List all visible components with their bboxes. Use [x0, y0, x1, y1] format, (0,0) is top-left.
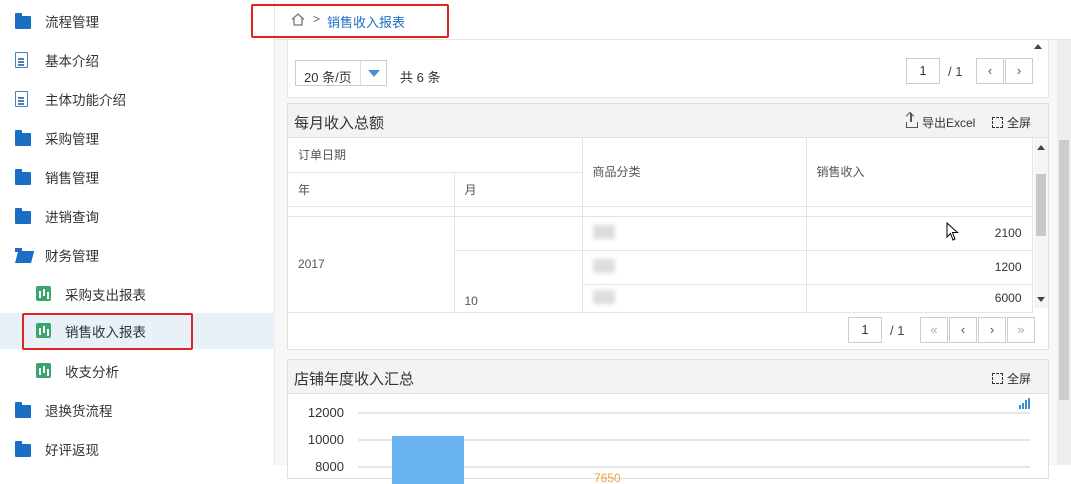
sidebar-item-inventory-query[interactable]: 进销查询 [0, 198, 275, 234]
document-icon [15, 91, 31, 107]
blurred-text [592, 258, 615, 273]
cell-category [581, 249, 807, 285]
sidebar-item-label: 主体功能介绍 [45, 93, 126, 108]
sidebar-item-good-review-cashback[interactable]: 好评返现 [0, 431, 275, 467]
page-number-input[interactable]: 1 [848, 317, 882, 343]
page-size-value: 20 条/页 [304, 70, 352, 85]
y-tick-label: 12000 [308, 405, 344, 420]
last-page-button[interactable]: » [1007, 317, 1035, 343]
highlight-box-breadcrumb [251, 4, 449, 38]
next-page-button[interactable]: › [978, 317, 1006, 343]
monthly-revenue-panel: 每月收入总额 导出Excel 全屏 订单日期 商品分类 销售收入 年 月 201… [287, 103, 1049, 350]
cell-year: 2017 [288, 215, 455, 313]
sidebar-item-label: 采购支出报表 [65, 288, 146, 303]
first-page-button[interactable]: « [920, 317, 948, 343]
sidebar-item-label: 好评返现 [45, 443, 99, 458]
scroll-thumb[interactable] [1036, 174, 1046, 236]
mouse-cursor-icon [946, 222, 959, 241]
sidebar-item-label: 财务管理 [45, 249, 99, 264]
sidebar-item-label: 收支分析 [65, 365, 119, 380]
folder-icon [15, 13, 31, 29]
sidebar-item-finance-management[interactable]: 财务管理 [0, 237, 275, 273]
chart-icon [36, 286, 52, 301]
chart-type-icon[interactable] [1019, 398, 1030, 409]
prev-page-button[interactable]: ‹ [976, 58, 1004, 84]
fullscreen-button[interactable]: 全屏 [992, 370, 1031, 387]
top-pager: 20 条/页 共 6 条 1 / 1 ‹ › [287, 40, 1049, 98]
main-content: 20 条/页 共 6 条 1 / 1 ‹ › 每月收入总额 导出Excel 全屏… [275, 40, 1071, 484]
sidebar-item-label: 退换货流程 [45, 404, 113, 419]
sidebar-item-sales-management[interactable]: 销售管理 [0, 159, 275, 195]
sidebar-item-label: 进销查询 [45, 210, 99, 225]
panel-title: 每月收入总额 [294, 115, 385, 132]
scroll-up-icon[interactable] [1034, 44, 1042, 49]
panel-header: 每月收入总额 导出Excel 全屏 [288, 104, 1048, 138]
blurred-text [592, 224, 615, 239]
sidebar-item-label: 采购管理 [45, 132, 99, 147]
fullscreen-label: 全屏 [1007, 116, 1032, 130]
sidebar-item-label: 基本介绍 [45, 54, 99, 69]
header-order-date: 订单日期 [288, 138, 583, 173]
page-number-input[interactable]: 1 [906, 58, 940, 84]
chart-icon [36, 363, 52, 378]
sidebar-item-return-exchange[interactable]: 退换货流程 [0, 392, 275, 428]
cell-month: 10 [453, 249, 583, 313]
sidebar-item-main-function-intro[interactable]: 主体功能介绍 [0, 81, 275, 117]
header-revenue: 销售收入 [805, 138, 1033, 207]
scroll-up-icon[interactable] [1037, 145, 1045, 150]
sidebar-item-income-expense-analysis[interactable]: 收支分析 [0, 353, 275, 389]
folder-icon [15, 208, 31, 224]
fullscreen-icon [992, 373, 1003, 384]
bar[interactable] [392, 435, 464, 484]
export-icon [906, 112, 918, 128]
page-size-select[interactable]: 20 条/页 [295, 60, 387, 86]
folder-icon [15, 402, 31, 418]
fullscreen-icon [992, 117, 1003, 128]
fullscreen-label: 全屏 [1007, 372, 1032, 386]
page-total: / 1 [948, 64, 963, 79]
folder-icon [15, 441, 31, 457]
total-count: 共 6 条 [400, 70, 441, 85]
sidebar-item-label: 销售管理 [45, 171, 99, 186]
data-label: 7650 [594, 471, 621, 484]
page-total: / 1 [890, 323, 905, 338]
y-tick-label: 10000 [308, 432, 344, 447]
header-month: 月 [453, 171, 583, 207]
prev-page-button[interactable]: ‹ [949, 317, 977, 343]
cell-revenue: 2100 [805, 215, 1033, 251]
cell-revenue: 6000 [805, 283, 1033, 313]
cell-category [581, 283, 807, 313]
document-icon [15, 52, 31, 68]
annual-revenue-chart: 12000 10000 8000 7650 [308, 398, 1030, 484]
y-tick-label: 8000 [315, 459, 344, 474]
folder-icon [15, 130, 31, 146]
sidebar-item-basic-intro[interactable]: 基本介绍 [0, 42, 275, 78]
annual-revenue-panel: 店铺年度收入汇总 全屏 12000 10000 8000 7650 [287, 359, 1049, 484]
header-category: 商品分类 [581, 138, 807, 207]
sidebar: 流程管理 基本介绍 主体功能介绍 采购管理 销售管理 进销查询 财务管理 采购支… [0, 0, 275, 465]
cell-category [581, 215, 807, 251]
folder-icon [15, 169, 31, 185]
table-scrollbar[interactable] [1034, 138, 1048, 308]
panel-header: 店铺年度收入汇总 全屏 [288, 360, 1048, 394]
scroll-thumb[interactable] [1059, 140, 1069, 400]
header-year: 年 [288, 171, 455, 207]
sidebar-item-purchase-management[interactable]: 采购管理 [0, 120, 275, 156]
highlight-box-sidebar [22, 313, 193, 350]
scroll-down-icon[interactable] [1037, 297, 1045, 302]
cell-revenue: 1200 [805, 249, 1033, 285]
monthly-revenue-table: 订单日期 商品分类 销售收入 年 月 2017 2100 10 1200 600… [288, 138, 1033, 313]
fullscreen-button[interactable]: 全屏 [992, 114, 1031, 131]
export-excel-button[interactable]: 导出Excel [906, 112, 976, 131]
sidebar-item-label: 流程管理 [45, 15, 99, 30]
sidebar-item-purchase-expense-report[interactable]: 采购支出报表 [0, 276, 275, 312]
page-scrollbar[interactable] [1057, 40, 1071, 465]
blurred-text [592, 289, 615, 304]
export-label: 导出Excel [922, 116, 976, 130]
dropdown-arrow-icon[interactable] [360, 61, 386, 85]
panel-title: 店铺年度收入汇总 [294, 371, 415, 388]
next-page-button[interactable]: › [1005, 58, 1033, 84]
folder-open-icon [15, 248, 31, 262]
sidebar-item-process-management[interactable]: 流程管理 [0, 3, 275, 39]
